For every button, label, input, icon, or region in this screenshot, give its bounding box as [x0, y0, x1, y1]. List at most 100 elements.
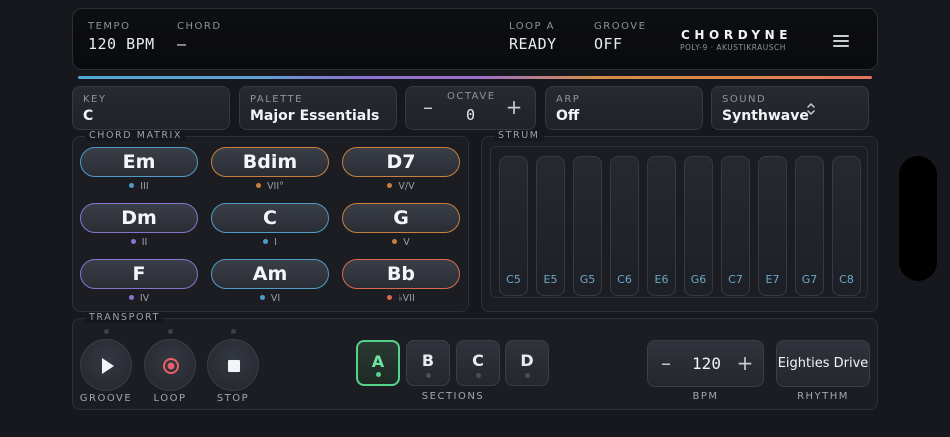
- degree-label: II: [141, 237, 148, 248]
- header-display: TEMPO 120 BPM CHORD — LOOP A READY GROOV…: [72, 8, 878, 70]
- chord-degree: I: [211, 237, 329, 248]
- section-d-label: D: [520, 351, 534, 370]
- strum-string-e6[interactable]: E6: [647, 156, 676, 296]
- degree-label: IV: [139, 293, 150, 304]
- transport-title: TRANSPORT: [85, 312, 164, 323]
- string-note-label: E6: [654, 273, 669, 286]
- octave-increment-button[interactable]: +: [503, 97, 525, 119]
- loop-button-label: LOOP: [153, 393, 187, 404]
- arp-selector[interactable]: ARP Off: [545, 86, 703, 130]
- record-icon: [163, 358, 179, 374]
- degree-label: I: [274, 237, 277, 248]
- loop-value: READY: [509, 35, 557, 53]
- degree-dot: [392, 239, 398, 244]
- brand-name: CHORDYNE: [681, 28, 793, 42]
- chord-button-c[interactable]: C: [211, 203, 329, 233]
- sound-selector[interactable]: SOUND Synthwave: [711, 86, 869, 130]
- degree-label: V: [403, 237, 410, 248]
- stop-led: [231, 329, 236, 334]
- stop-button-label: STOP: [216, 393, 250, 404]
- chord-degree: ♭VII: [342, 293, 460, 304]
- key-selector[interactable]: KEY C: [72, 86, 230, 130]
- bpm-stepper: – 120 +: [647, 340, 764, 387]
- groove-readout: GROOVE OFF: [594, 21, 646, 53]
- degree-dot: [259, 295, 265, 300]
- section-c-button[interactable]: C: [456, 340, 500, 386]
- degree-dot: [130, 239, 136, 244]
- octave-decrement-button[interactable]: –: [417, 97, 439, 119]
- chord-button-bb[interactable]: Bb: [342, 259, 460, 289]
- octave-stepper: – OCTAVE 0 +: [405, 86, 536, 130]
- side-handle: [899, 156, 937, 281]
- section-a-button[interactable]: A: [356, 340, 400, 386]
- chord-button-am[interactable]: Am: [211, 259, 329, 289]
- groove-button-label: GROOVE: [79, 393, 133, 404]
- chord-button-d7[interactable]: D7: [342, 147, 460, 177]
- string-note-label: C5: [506, 273, 521, 286]
- sections-label: SECTIONS: [421, 391, 485, 402]
- section-d-button[interactable]: D: [505, 340, 549, 386]
- key-value: C: [83, 108, 94, 124]
- strum-string-e7[interactable]: E7: [758, 156, 787, 296]
- bpm-increment-button[interactable]: +: [734, 353, 756, 375]
- updown-chevron-icon: [807, 102, 815, 116]
- groove-value: OFF: [594, 35, 623, 53]
- loop-record-button[interactable]: [144, 339, 196, 391]
- degree-dot: [263, 239, 269, 244]
- groove-label: GROOVE: [594, 21, 647, 32]
- degree-dot: [128, 295, 134, 300]
- section-b-button[interactable]: B: [406, 340, 450, 386]
- octave-label: OCTAVE: [447, 91, 496, 102]
- palette-label: PALETTE: [250, 94, 303, 105]
- string-note-label: C6: [617, 273, 632, 286]
- strum-string-g6[interactable]: G6: [684, 156, 713, 296]
- arp-label: ARP: [556, 94, 581, 105]
- palette-selector[interactable]: PALETTE Major Essentials: [239, 86, 397, 130]
- chord-matrix-title: CHORD MATRIX: [85, 130, 187, 141]
- tempo-label: TEMPO: [88, 21, 131, 32]
- rhythm-label: RHYTHM: [797, 391, 849, 402]
- menu-icon[interactable]: [831, 34, 851, 48]
- stop-button[interactable]: [207, 339, 259, 391]
- chord-degree: VII°: [211, 181, 329, 192]
- chord-readout: CHORD —: [177, 21, 222, 53]
- play-icon: [102, 358, 114, 374]
- chord-label: CHORD: [177, 21, 222, 32]
- groove-play-button[interactable]: [80, 339, 132, 391]
- strum-string-e5[interactable]: E5: [536, 156, 565, 296]
- string-note-label: G7: [801, 273, 818, 286]
- octave-value: 0: [466, 106, 476, 124]
- loop-label: LOOP A: [509, 21, 556, 32]
- section-c-label: C: [472, 351, 484, 370]
- chord-button-g[interactable]: G: [342, 203, 460, 233]
- degree-label: ♭VII: [398, 293, 415, 304]
- groove-led: [104, 329, 109, 334]
- rhythm-selector[interactable]: Eighties Drive: [776, 340, 870, 387]
- strum-string-c6[interactable]: C6: [610, 156, 639, 296]
- string-note-label: G6: [690, 273, 707, 286]
- string-note-label: G5: [579, 273, 596, 286]
- section-a-label: A: [371, 352, 385, 371]
- key-label: KEY: [83, 94, 107, 105]
- degree-label: VI: [270, 293, 281, 304]
- degree-dot: [387, 183, 393, 188]
- sound-label: SOUND: [722, 94, 767, 105]
- string-note-label: E5: [543, 273, 558, 286]
- accent-gradient-bar: [78, 76, 872, 79]
- strum-string-g7[interactable]: G7: [795, 156, 824, 296]
- degree-label: V/V: [398, 181, 415, 192]
- chord-button-bdim[interactable]: Bdim: [211, 147, 329, 177]
- chord-button-dm[interactable]: Dm: [80, 203, 198, 233]
- brand-subtitle: POLY-9 · AKUSTIKRAUSCH: [680, 43, 786, 52]
- strum-string-c5[interactable]: C5: [499, 156, 528, 296]
- strum-string-c8[interactable]: C8: [832, 156, 861, 296]
- chord-button-f[interactable]: F: [80, 259, 198, 289]
- stop-icon: [228, 360, 240, 372]
- loop-readout: LOOP A READY: [509, 21, 557, 53]
- strum-string-c7[interactable]: C7: [721, 156, 750, 296]
- strum-string-g5[interactable]: G5: [573, 156, 602, 296]
- degree-dot: [256, 183, 262, 188]
- chord-degree: III: [80, 181, 198, 192]
- chord-degree: VI: [211, 293, 329, 304]
- chord-button-em[interactable]: Em: [80, 147, 198, 177]
